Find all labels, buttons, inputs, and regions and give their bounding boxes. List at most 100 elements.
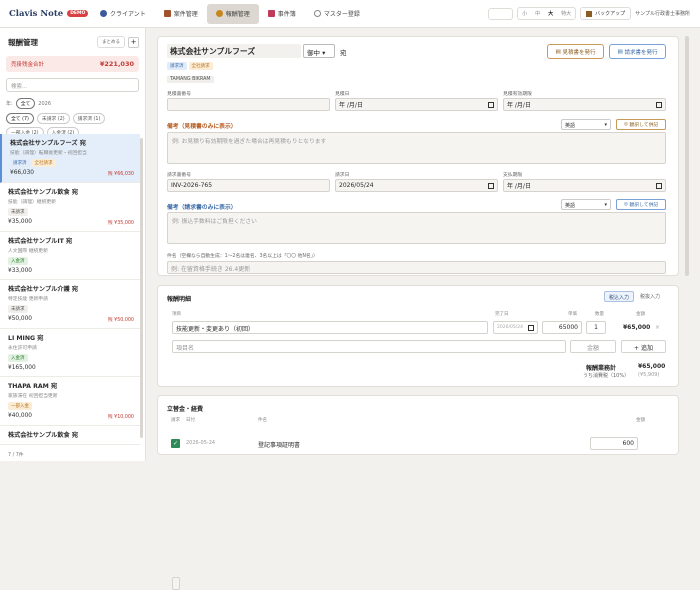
list-item[interactable]: 株式会社サンプルフーズ 宛 技能（調理）転職後更新・初回担当 請求済 全社請求 ¥… xyxy=(0,134,140,183)
size-small[interactable]: 小 xyxy=(518,8,531,19)
item-date-field[interactable]: 2026/05/24 xyxy=(493,321,538,334)
backup-icon xyxy=(586,10,593,17)
font-size-switch: 小 中 大 特大 xyxy=(517,7,577,20)
nav-fees[interactable]: 報酬管理 xyxy=(206,3,259,24)
client-name[interactable]: 株式会社サンプルフーズ xyxy=(167,44,301,58)
backup-button[interactable]: バックアップ xyxy=(580,7,632,20)
due-date-field[interactable]: 年 /月/日 xyxy=(503,179,666,192)
invoice-no-field[interactable]: INV-2026-765 xyxy=(167,179,330,192)
subject-label: 件名（空欄なら自動生成：1〜2名は連名、3名以上は「〇〇 他N名」） xyxy=(167,254,318,259)
calendar-icon xyxy=(656,182,662,189)
invoice-card: 株式会社サンプルフーズ 御中 ▾ 宛 請求済 全社請求 TAMANG BIKRAM… xyxy=(157,36,679,276)
tab-tax-excl[interactable]: 税抜入力 xyxy=(636,291,664,302)
invoice-date-field[interactable]: 2026/05/24 xyxy=(335,179,498,192)
book-icon xyxy=(267,10,275,17)
list-count: 7 / 7件 xyxy=(8,453,24,458)
person-icon xyxy=(100,10,107,17)
bill-checkbox[interactable]: ✓ xyxy=(171,439,180,448)
size-large[interactable]: 大 xyxy=(544,8,558,19)
folder-icon xyxy=(163,10,171,17)
add-button[interactable]: + xyxy=(128,36,139,48)
honorific-select[interactable]: 御中 ▾ xyxy=(303,44,335,58)
estimate-note-textarea[interactable]: 例: お見積り有効期限を過ぎた場合は再見積もりとなります xyxy=(167,132,666,164)
invoice-note-label: 備考（請求書のみに表示） xyxy=(167,205,237,211)
toggle-pill[interactable] xyxy=(488,7,514,20)
fee-list: 株式会社サンプルフーズ 宛 技能（調理）転職後更新・初回担当 請求済 全社請求 ¥… xyxy=(0,134,140,452)
status-badge: 入金済 xyxy=(8,257,28,265)
status-badge: 入金済 xyxy=(8,354,28,362)
estimate-no-field[interactable] xyxy=(167,98,330,111)
main-content: 株式会社サンプルフーズ 御中 ▾ 宛 請求済 全社請求 TAMANG BIKRAM… xyxy=(157,36,679,590)
tax-label: うち消費税（10%） xyxy=(583,373,630,379)
row-amount: ¥65,000 xyxy=(623,324,651,331)
estimate-valid-field[interactable]: 年 /月/日 xyxy=(503,98,666,111)
search-input[interactable]: 検索... xyxy=(6,78,139,92)
nav-clients[interactable]: クライアント xyxy=(91,4,155,24)
list-item[interactable]: 株式会社サンプル飲食 宛 技能（調理）継続更新 未請求 ¥35,000 残 ¥35… xyxy=(0,183,140,232)
nav-casebook[interactable]: 事件簿 xyxy=(259,4,305,24)
gear-icon xyxy=(313,10,321,17)
language-select[interactable]: 英語 ▾ xyxy=(561,199,611,210)
office-name: サンプル行政書士事務所 xyxy=(635,11,690,17)
unpaid-label: 売掛残金合計 xyxy=(11,62,45,68)
filter-all[interactable]: 全て (7) xyxy=(6,113,34,124)
status-badge: 未請求 xyxy=(8,305,28,313)
sidebar-title: 報酬管理 xyxy=(8,37,38,47)
chevron-down-icon: ▾ xyxy=(604,122,607,128)
invoice-note-textarea[interactable]: 例: 振込手数料はご負担ください xyxy=(167,212,666,244)
collapse-button[interactable]: まとめる xyxy=(97,36,125,48)
calendar-icon xyxy=(488,101,494,108)
list-item[interactable]: LI MING 宛 永住許可申請 入金済 ¥165,000 xyxy=(0,329,140,377)
fees-title: 報酬明細 xyxy=(167,296,192,303)
demo-badge: DEMO xyxy=(67,10,89,17)
unpaid-amount: ¥221,030 xyxy=(99,60,134,68)
main-nav: クライアント 案件管理 報酬管理 事件簿 マスター登録 xyxy=(91,0,369,28)
expense-amount[interactable]: 600 xyxy=(590,437,638,450)
filter-unbilled[interactable]: 未請求 (2) xyxy=(36,113,70,124)
unpaid-total: 売掛残金合計 ¥221,030 xyxy=(6,56,139,72)
new-item-field[interactable]: 項目名 xyxy=(172,340,566,353)
translate-button[interactable]: ◎ 翻訳して併記 xyxy=(616,199,666,210)
size-medium[interactable]: 中 xyxy=(531,8,544,19)
unit-price-field[interactable]: 65000 xyxy=(542,321,582,334)
subject-field[interactable]: 例: 在留資格手続き 26.4更新 xyxy=(167,261,666,274)
expenses-title: 立替金・経費 xyxy=(167,406,204,413)
fees-total-label: 報酬業務計 xyxy=(586,365,617,372)
tab-tax-incl[interactable]: 税込入力 xyxy=(604,291,635,302)
filter-billed[interactable]: 請求済 (1) xyxy=(72,113,106,124)
quantity-field[interactable]: 1 xyxy=(586,321,606,334)
year-all-chip[interactable]: 全て xyxy=(15,98,36,109)
estimate-date-field[interactable]: 年 /月/日 xyxy=(335,98,498,111)
list-item[interactable]: 株式会社サンプル介護 宛 特定技能 更新申請 未請求 ¥50,000 残 ¥50,… xyxy=(0,280,140,329)
status-badge: 全社請求 xyxy=(31,159,56,167)
year-2026[interactable]: 2026 xyxy=(38,101,51,107)
add-item-button[interactable]: + 追加 xyxy=(621,340,666,353)
estimate-no-label: 見積書番号 xyxy=(167,92,191,97)
main-scrollbar[interactable] xyxy=(685,36,689,276)
list-item[interactable]: THAPA RAM 宛 家族滞在 初回担当更新 一部入金 ¥40,000 残 ¥1… xyxy=(0,377,140,426)
nav-master[interactable]: マスター登録 xyxy=(305,4,369,24)
delete-row-icon[interactable]: × xyxy=(655,324,660,331)
due-label: 支払期限 xyxy=(503,173,523,178)
expense-name[interactable]: 登記事項証明書 xyxy=(258,440,300,449)
size-xlarge[interactable]: 特大 xyxy=(557,8,575,19)
translate-button[interactable]: ◎ 翻訳して併記 xyxy=(616,119,666,130)
expense-date[interactable]: 2026-05-24 xyxy=(186,440,215,446)
calendar-icon xyxy=(656,101,662,108)
status-badge: 未請求 xyxy=(8,208,28,216)
nav-cases[interactable]: 案件管理 xyxy=(155,4,207,24)
status-badge: 請求済 xyxy=(10,159,30,167)
status-badge: 全社請求 xyxy=(188,62,213,70)
item-name-field[interactable]: 技能更新・変更あり（初回） xyxy=(172,321,488,334)
estimate-date-label: 見積日 xyxy=(335,92,350,97)
issue-invoice-button[interactable]: ▤ 請求書を発行 xyxy=(609,44,666,59)
new-amount-field[interactable]: 金額 xyxy=(570,340,616,353)
document-icon: ▤ xyxy=(617,48,625,55)
issue-estimate-button[interactable]: ▤ 見積書を発行 xyxy=(547,44,604,59)
status-badge: 一部入金 xyxy=(8,402,32,410)
list-item[interactable]: 株式会社サンプルIT 宛 人文国際 継続更新 入金済 ¥33,000 xyxy=(0,232,140,280)
chevron-down-icon: ▾ xyxy=(322,49,326,57)
list-item[interactable]: 株式会社サンプル飲食 宛 xyxy=(0,426,140,445)
language-select[interactable]: 英語 ▾ xyxy=(561,119,611,130)
sidebar-scrollbar[interactable] xyxy=(140,138,143,438)
